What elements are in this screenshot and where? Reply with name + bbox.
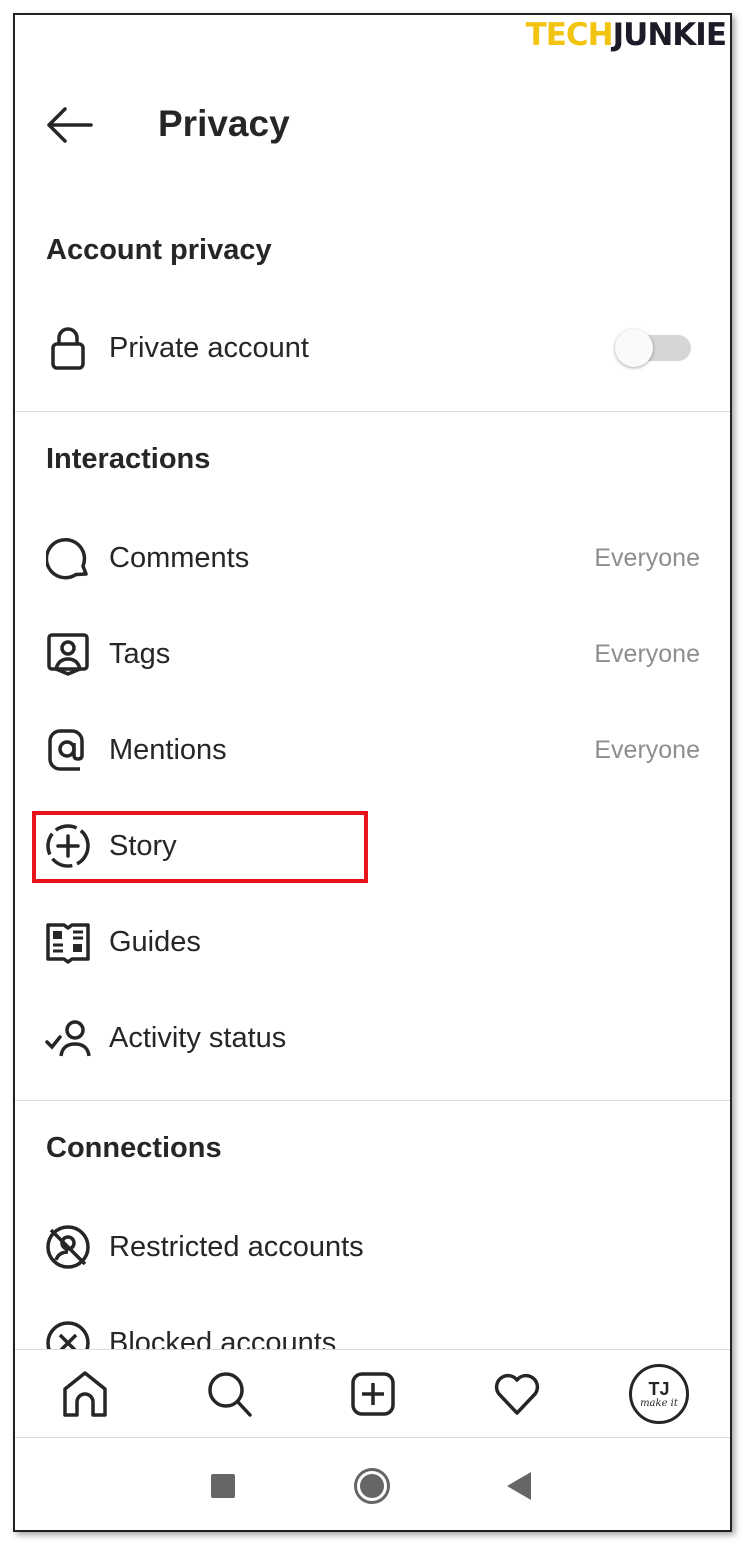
- tags-row[interactable]: Tags Everyone: [15, 624, 730, 684]
- section-title-connections: Connections: [46, 1132, 222, 1164]
- restricted-accounts-row[interactable]: Restricted accounts: [15, 1217, 730, 1277]
- home-icon[interactable]: [55, 1364, 115, 1424]
- tags-value: Everyone: [594, 639, 700, 668]
- section-title-interactions: Interactions: [46, 443, 211, 475]
- story-highlight-box: [32, 811, 368, 883]
- phone-screen: TECHJUNKIE Privacy Account privacy Priva…: [13, 13, 732, 1532]
- new-post-icon[interactable]: [343, 1364, 403, 1424]
- mentions-label: Mentions: [109, 733, 227, 766]
- private-account-label: Private account: [109, 331, 309, 364]
- lock-icon: [45, 325, 91, 371]
- system-nav-bar: [15, 1437, 730, 1530]
- back-button-icon[interactable]: [507, 1472, 531, 1500]
- page-title: Privacy: [158, 103, 290, 144]
- restricted-accounts-label: Restricted accounts: [109, 1230, 364, 1263]
- activity-heart-icon[interactable]: [487, 1364, 547, 1424]
- restricted-icon: [45, 1224, 91, 1270]
- section-title-account-privacy: Account privacy: [46, 234, 272, 266]
- private-account-toggle[interactable]: [615, 329, 691, 367]
- comments-row[interactable]: Comments Everyone: [15, 528, 730, 588]
- mentions-value: Everyone: [594, 735, 700, 764]
- tags-label: Tags: [109, 637, 171, 670]
- back-arrow-icon[interactable]: [45, 105, 93, 145]
- comments-value: Everyone: [594, 543, 700, 572]
- guides-row[interactable]: Guides: [15, 912, 730, 972]
- recents-button-icon[interactable]: [211, 1474, 235, 1498]
- guides-label: Guides: [109, 925, 201, 958]
- search-icon[interactable]: [200, 1364, 260, 1424]
- profile-avatar[interactable]: TJ make it: [629, 1364, 689, 1424]
- activity-status-row[interactable]: Activity status: [15, 1008, 730, 1068]
- comment-icon: [45, 535, 91, 581]
- divider: [15, 1100, 730, 1101]
- private-account-row[interactable]: Private account: [15, 318, 730, 378]
- divider: [15, 411, 730, 412]
- at-icon: [45, 727, 91, 773]
- home-button-icon[interactable]: [354, 1468, 390, 1504]
- techjunkie-watermark: TECHJUNKIE: [525, 17, 727, 53]
- guides-icon: [45, 919, 91, 965]
- comments-label: Comments: [109, 541, 250, 574]
- activity-status-label: Activity status: [109, 1021, 287, 1054]
- mentions-row[interactable]: Mentions Everyone: [15, 720, 730, 780]
- bottom-nav: TJ make it: [15, 1349, 730, 1437]
- avatar-initials: TJ: [648, 1378, 670, 1399]
- avatar-tagline: make it: [640, 1397, 678, 1409]
- tag-person-icon: [45, 631, 91, 677]
- activity-status-icon: [45, 1015, 91, 1061]
